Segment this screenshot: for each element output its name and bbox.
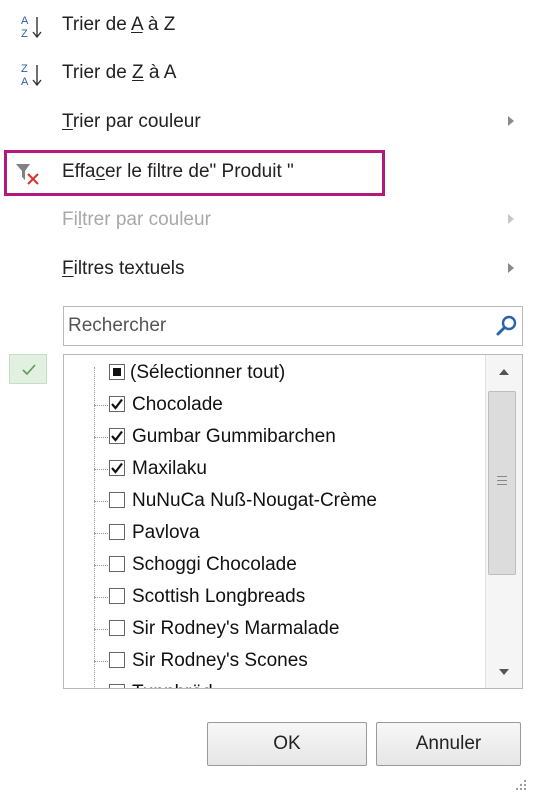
value-list: (Sélectionner tout) Chocolade Gumbar Gum…	[63, 354, 523, 689]
checkbox-checked[interactable]	[109, 428, 125, 444]
list-item-label: (Sélectionner tout)	[130, 362, 286, 383]
list-item[interactable]: Pavlova	[64, 517, 484, 549]
menu-sort-by-color-label: Trier par couleur	[62, 111, 201, 132]
list-item-label: Pavlova	[132, 522, 200, 543]
list-scrollbar[interactable]	[485, 355, 522, 688]
sort-ascending-icon: A Z	[21, 15, 42, 40]
scroll-down-arrow-icon[interactable]	[499, 669, 509, 675]
checkbox-unchecked[interactable]	[109, 524, 125, 540]
list-item[interactable]: Sir Rodney's Marmalade	[64, 613, 484, 645]
list-item-label: Schoggi Chocolade	[132, 554, 297, 575]
list-item-label: Sir Rodney's Scones	[132, 650, 308, 671]
scroll-up-arrow-icon[interactable]	[499, 369, 509, 375]
list-item[interactable]: Sir Rodney's Scones	[64, 645, 484, 677]
search-box	[63, 306, 523, 346]
cancel-button[interactable]: Annuler	[376, 722, 521, 766]
menu-text-filters-label: Filtres textuels	[62, 258, 185, 279]
list-item[interactable]: NuNuCa Nuß-Nougat-Crème	[64, 485, 484, 517]
highlight-frame	[4, 150, 385, 196]
list-item[interactable]: Maxilaku	[64, 453, 484, 485]
submenu-arrow-icon	[508, 263, 514, 273]
svg-text:Z: Z	[21, 28, 28, 40]
list-item[interactable]: Gumbar Gummibarchen	[64, 421, 484, 453]
selection-indicator	[9, 354, 47, 384]
list-item[interactable]: Tunnbröd	[64, 677, 484, 688]
sort-descending-icon: Z A	[21, 63, 42, 88]
checkbox-checked[interactable]	[109, 460, 125, 476]
menu-filter-by-color-label: Filtrer par couleur	[62, 209, 211, 230]
checkmark-icon	[22, 364, 36, 376]
list-item-label: Gumbar Gummibarchen	[132, 426, 336, 447]
menu-text-filters[interactable]: Filtres textuels	[0, 248, 535, 292]
svg-text:A: A	[21, 76, 29, 88]
list-item-label: Chocolade	[132, 394, 223, 415]
list-item[interactable]: Chocolade	[64, 389, 484, 421]
checkbox-checked[interactable]	[109, 396, 125, 412]
menu-sort-z-to-a-label: Trier de Z à A	[62, 62, 177, 83]
submenu-arrow-icon	[508, 116, 514, 126]
list-item-label: Sir Rodney's Marmalade	[132, 618, 340, 639]
list-item-label: Tunnbröd	[132, 681, 213, 688]
list-item[interactable]: Scottish Longbreads	[64, 581, 484, 613]
search-input[interactable]	[68, 313, 478, 339]
list-item[interactable]: Schoggi Chocolade	[64, 549, 484, 581]
menu-sort-a-to-z[interactable]: A Z Trier de A à Z	[0, 4, 535, 48]
checkbox-unchecked[interactable]	[109, 684, 125, 688]
svg-text:Z: Z	[21, 63, 28, 75]
checkbox-partial[interactable]	[109, 364, 125, 380]
search-icon[interactable]	[495, 314, 519, 338]
resize-grip-icon[interactable]	[512, 776, 528, 792]
checkbox-unchecked[interactable]	[109, 620, 125, 636]
menu-sort-a-to-z-label: Trier de A à Z	[62, 14, 176, 35]
menu-filter-by-color: Filtrer par couleur	[0, 199, 535, 243]
submenu-arrow-icon	[508, 214, 514, 224]
menu-sort-z-to-a[interactable]: Z A Trier de Z à A	[0, 52, 535, 96]
checkbox-unchecked[interactable]	[109, 492, 125, 508]
svg-text:A: A	[21, 15, 29, 27]
checkbox-unchecked[interactable]	[109, 588, 125, 604]
scroll-thumb[interactable]	[488, 391, 516, 575]
checkbox-unchecked[interactable]	[109, 652, 125, 668]
list-item-label: NuNuCa Nuß-Nougat-Crème	[132, 490, 377, 511]
list-item-label: Scottish Longbreads	[132, 586, 306, 607]
menu-sort-by-color[interactable]: Trier par couleur	[0, 101, 535, 145]
list-item-select-all[interactable]: (Sélectionner tout)	[64, 357, 484, 389]
list-item-label: Maxilaku	[132, 458, 207, 479]
checkbox-unchecked[interactable]	[109, 556, 125, 572]
ok-button[interactable]: OK	[207, 722, 367, 766]
